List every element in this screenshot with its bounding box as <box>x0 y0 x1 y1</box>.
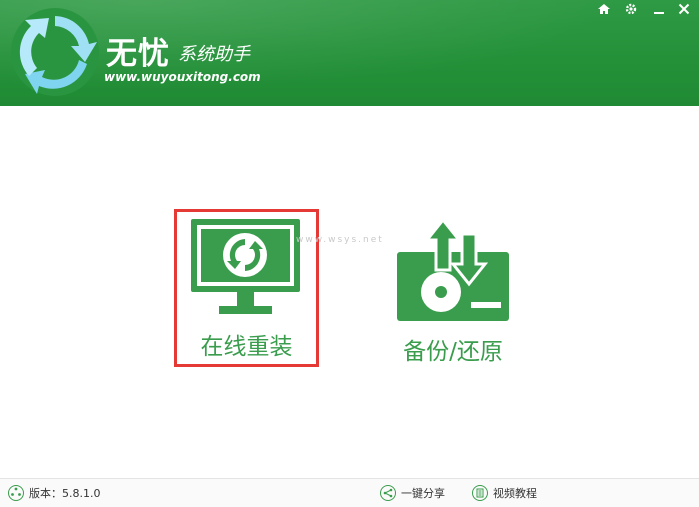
version-label: 版本：5.8.1.0 <box>29 487 101 500</box>
app-name: 无忧 <box>106 36 170 72</box>
minimize-icon <box>654 12 664 14</box>
home-icon <box>598 4 610 14</box>
app-url: www.wuyouxitong.com <box>104 70 261 84</box>
watermark-text: www.wsys.net <box>296 235 384 245</box>
backup-restore-label: 备份/还原 <box>403 339 503 365</box>
tutorial-icon <box>472 485 488 501</box>
close-icon <box>678 3 690 15</box>
share-icon <box>380 485 396 501</box>
backup-restore-button[interactable]: 备份/还原 <box>390 218 516 368</box>
title-bar: 无忧 系统助手 www.wuyouxitong.com <box>0 0 699 106</box>
spinner-icon <box>8 485 24 501</box>
recycle-logo-icon <box>11 8 99 96</box>
status-bar: 版本：5.8.1.0 一键分享 视频教程 <box>0 478 699 507</box>
version-info: 版本：5.8.1.0 <box>8 484 100 502</box>
share-button[interactable]: 一键分享 <box>380 484 445 502</box>
home-button[interactable] <box>593 0 615 18</box>
tutorial-label: 视频教程 <box>493 487 537 500</box>
settings-button[interactable] <box>620 0 642 18</box>
main-panel <box>0 106 699 478</box>
video-tutorial-button[interactable]: 视频教程 <box>472 484 537 502</box>
gear-icon <box>625 3 637 15</box>
backup-disk-icon <box>397 218 509 321</box>
share-label: 一键分享 <box>401 487 445 500</box>
minimize-button[interactable] <box>648 0 670 18</box>
app-subtitle: 系统助手 <box>178 44 250 65</box>
selection-highlight <box>174 209 319 367</box>
close-button[interactable] <box>673 0 695 18</box>
